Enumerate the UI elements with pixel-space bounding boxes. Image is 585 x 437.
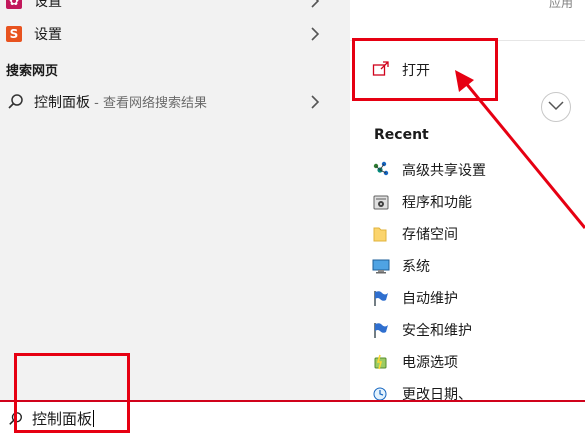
settings-s-icon: S	[6, 26, 22, 42]
recent-item-label: 高级共享设置	[402, 163, 486, 179]
folder-icon	[373, 227, 387, 242]
recent-item[interactable]: 高级共享设置	[372, 157, 572, 181]
recent-item[interactable]: 电源选项	[372, 349, 572, 373]
recent-item[interactable]: 安全和维护	[372, 317, 572, 341]
recent-title: Recent	[374, 127, 429, 143]
app-type-label: 应用	[548, 0, 573, 10]
recent-item-label: 自动维护	[402, 291, 458, 307]
network-sharing-icon	[373, 161, 389, 176]
programs-features-icon	[373, 195, 389, 210]
web-result-text: 控制面板 - 查看网络搜索结果	[34, 92, 207, 112]
flag-icon	[374, 323, 388, 338]
divider	[350, 40, 585, 41]
text-cursor	[93, 410, 95, 427]
result-item-settings[interactable]: S 设置	[0, 19, 350, 49]
search-results-panel: ✿ 设置 S 设置 搜索网页 控制面板 - 查看网络搜索结果	[0, 0, 350, 400]
result-item-web-search[interactable]: 控制面板 - 查看网络搜索结果	[0, 87, 350, 117]
result-label: 设置	[34, 27, 62, 43]
chevron-down-icon	[548, 101, 564, 111]
power-options-icon	[374, 354, 387, 370]
recent-item[interactable]: 自动维护	[372, 285, 572, 309]
section-title-web: 搜索网页	[6, 64, 59, 79]
recent-item-label: 电源选项	[402, 355, 458, 371]
recent-item[interactable]: 程序和功能	[372, 189, 572, 213]
recent-item-label: 安全和维护	[402, 323, 472, 339]
recent-item[interactable]: 存储空间	[372, 221, 572, 245]
recent-item-label: 系统	[402, 259, 430, 275]
monitor-icon	[372, 259, 390, 274]
search-icon	[8, 94, 23, 109]
open-label: 打开	[402, 63, 430, 79]
chevron-right-icon	[311, 0, 320, 8]
search-input-value: 控制面板	[32, 410, 93, 428]
settings-app-icon: ✿	[6, 0, 22, 9]
expand-button[interactable]	[541, 92, 571, 122]
open-action[interactable]: 打开	[372, 56, 522, 84]
taskbar-search-box[interactable]: 控制面板	[0, 400, 585, 437]
flag-icon	[374, 291, 388, 306]
search-icon	[9, 412, 22, 425]
open-external-icon	[372, 61, 389, 76]
recent-item-label: 程序和功能	[402, 195, 472, 211]
web-result-label: 控制面板	[34, 95, 90, 111]
app-detail-panel: 应用 打开 Recent 高级共享设置 程序和功能 存储空间 系统 自动维护 安…	[350, 0, 585, 403]
result-label: 设置	[34, 0, 62, 10]
chevron-right-icon	[311, 95, 320, 109]
web-result-suffix: - 查看网络搜索结果	[90, 96, 207, 111]
search-input[interactable]: 控制面板	[32, 406, 95, 432]
recent-item-label: 存储空间	[402, 227, 458, 243]
result-item-settings-partial[interactable]: ✿ 设置	[0, 0, 350, 16]
recent-item[interactable]: 系统	[372, 253, 572, 277]
chevron-right-icon	[311, 27, 320, 41]
